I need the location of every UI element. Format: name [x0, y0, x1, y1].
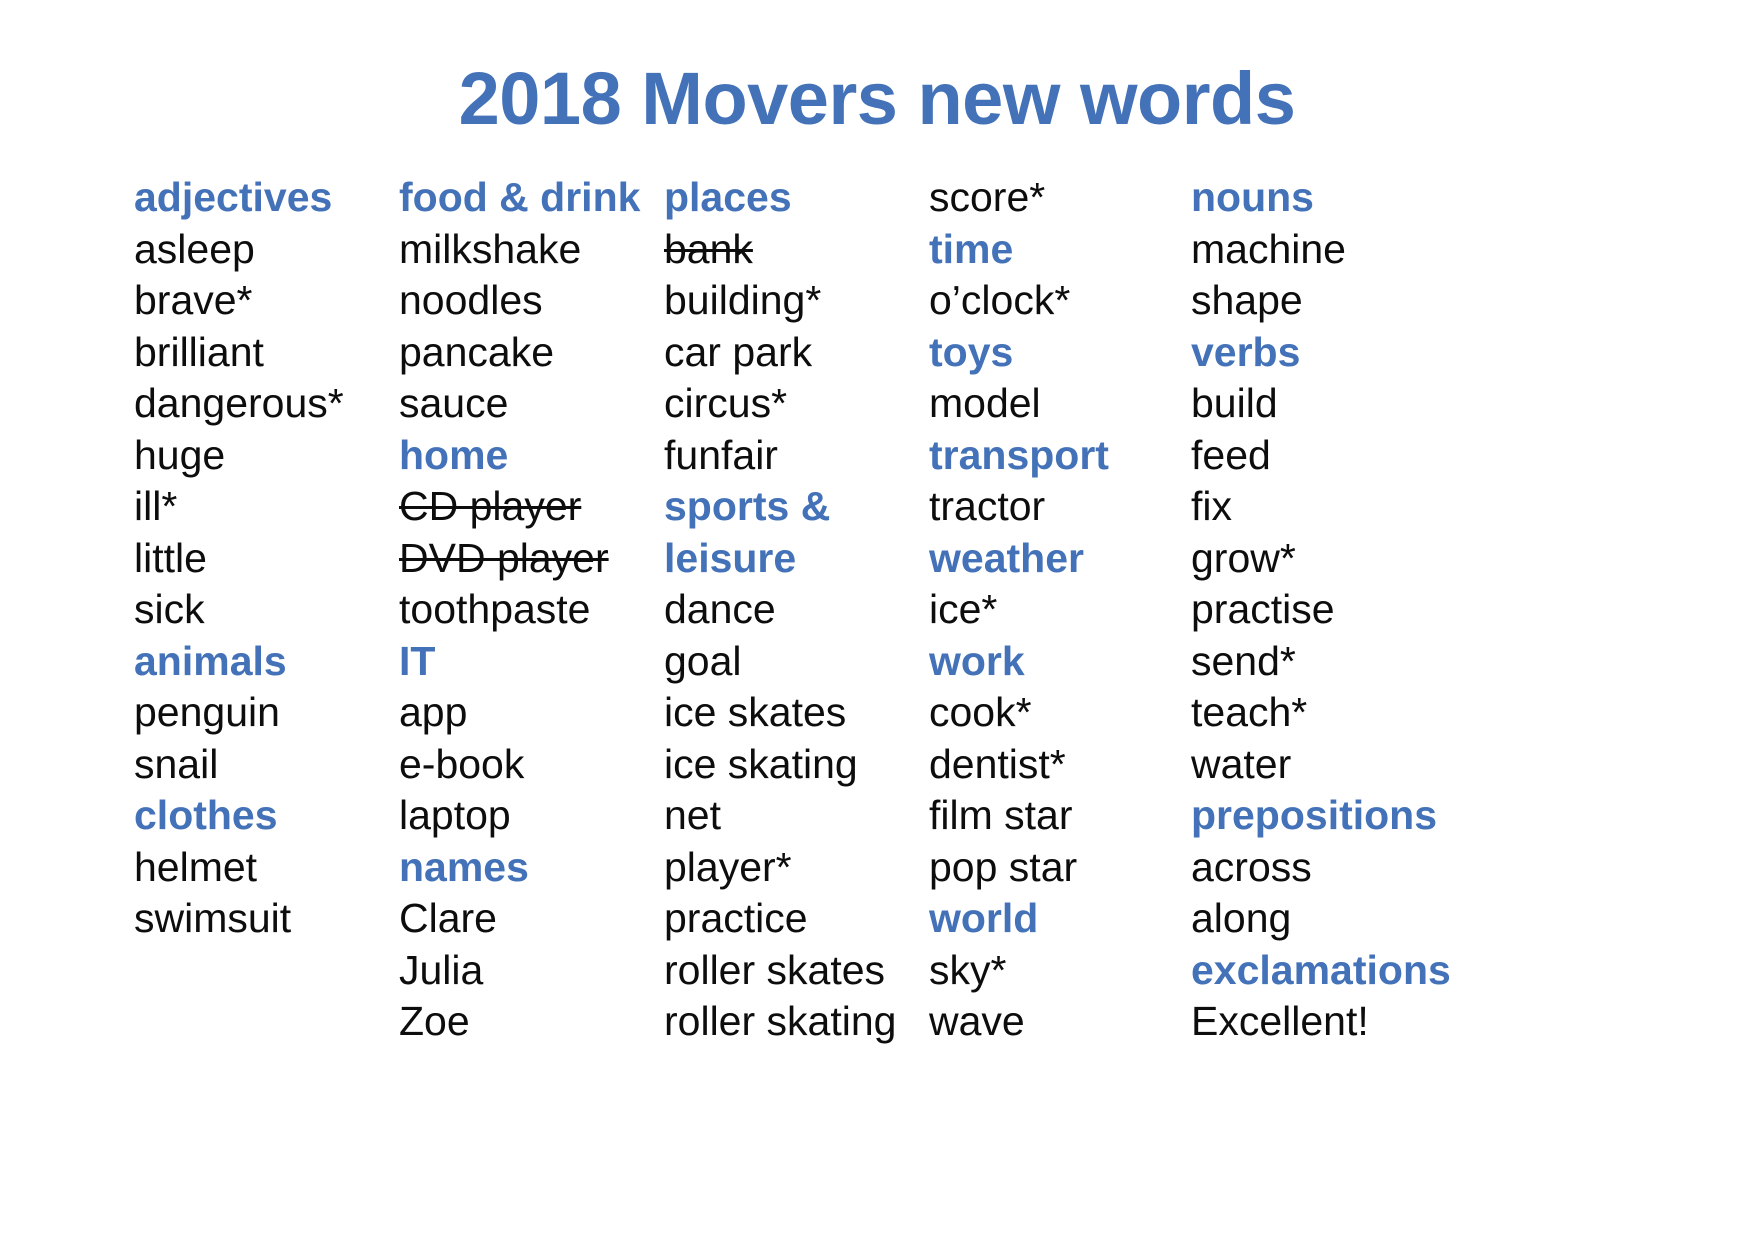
word-item: toothpaste — [399, 586, 591, 632]
word-item: shape — [1191, 277, 1303, 323]
word-item: dentist* — [929, 740, 1066, 787]
word-item: Julia — [399, 946, 484, 993]
word-item: brave* — [134, 277, 253, 323]
word-item: grow* — [1191, 534, 1296, 581]
word-item: roller skates — [664, 946, 886, 993]
word-item: e-book — [399, 740, 525, 787]
word-item: machine — [1191, 225, 1346, 272]
category-heading: prepositions — [1191, 792, 1438, 838]
word-item: helmet — [134, 843, 258, 890]
word-item: tractor — [929, 483, 1046, 529]
word-column-2: places bank building* car park circus* funfai… — [664, 172, 929, 1048]
word-item: practice — [664, 895, 808, 941]
word-item: funfair — [664, 431, 778, 478]
word-item: Zoe — [399, 998, 470, 1044]
word-item: sky* — [929, 946, 1007, 993]
word-item: noodles — [399, 277, 543, 323]
word-item: dance — [664, 586, 776, 632]
word-item: fix — [1191, 483, 1232, 529]
category-heading: weather — [929, 534, 1084, 581]
category-heading: verbs — [1191, 328, 1301, 375]
category-heading: adjectives — [134, 174, 333, 220]
word-item: asleep — [134, 225, 255, 272]
category-heading: exclamations — [1191, 946, 1451, 993]
word-item: cook* — [929, 689, 1032, 735]
word-column-3: score* time o’clock* toys model transport trac… — [929, 172, 1191, 1048]
page-title: 2018 Movers new words — [458, 57, 1296, 140]
category-heading: food & drink — [399, 174, 641, 220]
word-item: sauce — [399, 380, 509, 426]
category-heading: transport — [929, 431, 1109, 478]
word-item: sick — [134, 586, 205, 632]
category-heading: home — [399, 431, 509, 478]
word-item: laptop — [399, 792, 511, 838]
word-item: bank — [664, 225, 753, 272]
slide: 2018 Movers new words adjectives asleep br… — [0, 0, 1754, 1239]
word-item: model — [929, 380, 1041, 426]
word-item: little — [134, 534, 207, 581]
word-item: huge — [134, 431, 226, 478]
word-item: o’clock* — [929, 277, 1071, 323]
word-item: ice* — [929, 586, 998, 632]
word-item: milkshake — [399, 225, 582, 272]
category-heading: leisure — [664, 534, 797, 581]
word-item: feed — [1191, 431, 1271, 478]
word-item: Clare — [399, 895, 497, 941]
category-heading: time — [929, 225, 1014, 272]
category-heading: sports & — [664, 483, 831, 529]
word-item: goal — [664, 637, 742, 684]
word-list-columns: adjectives asleep brave* brilliant dangerous… — [134, 172, 1634, 1048]
category-heading: nouns — [1191, 174, 1314, 220]
word-column-0: adjectives asleep brave* brilliant dangerous… — [134, 172, 399, 945]
word-item: player* — [664, 843, 792, 890]
word-item: Excellent! — [1191, 998, 1369, 1044]
word-item: across — [1191, 843, 1312, 890]
word-item: build — [1191, 380, 1278, 426]
word-item: send* — [1191, 637, 1296, 684]
word-item: CD player — [399, 483, 582, 529]
word-item: net — [664, 792, 721, 838]
word-item: pancake — [399, 328, 555, 375]
category-heading: animals — [134, 637, 287, 684]
word-item: water — [1191, 740, 1292, 787]
category-heading: world — [929, 895, 1039, 941]
word-item: circus* — [664, 380, 788, 426]
word-item: roller skating — [664, 998, 897, 1044]
word-item: DVD player — [399, 534, 609, 581]
category-heading: names — [399, 843, 529, 890]
word-item: teach* — [1191, 689, 1308, 735]
category-heading: IT — [399, 637, 436, 684]
word-item: swimsuit — [134, 895, 292, 941]
word-item: ice skates — [664, 689, 847, 735]
word-item: dangerous* — [134, 380, 344, 426]
word-item: brilliant — [134, 328, 264, 375]
word-item: penguin — [134, 689, 280, 735]
word-item: score* — [929, 174, 1046, 220]
word-column-4: nouns machine shape verbs build feed fix grow* p… — [1191, 172, 1491, 1048]
category-heading: places — [664, 174, 792, 220]
category-heading: clothes — [134, 792, 278, 838]
word-item: building* — [664, 277, 822, 323]
category-heading: work — [929, 637, 1025, 684]
word-item: ice skating — [664, 740, 858, 787]
word-item: car park — [664, 328, 813, 375]
category-heading: toys — [929, 328, 1014, 375]
word-item: practise — [1191, 586, 1335, 632]
word-item: snail — [134, 740, 219, 787]
word-column-1: food & drink milkshake noodles pancake sauce… — [399, 172, 664, 1048]
word-item: pop star — [929, 843, 1078, 890]
word-item: app — [399, 689, 468, 735]
word-item: along — [1191, 895, 1292, 941]
word-item: ill* — [134, 483, 178, 529]
word-item: film star — [929, 792, 1073, 838]
word-item: wave — [929, 998, 1025, 1044]
